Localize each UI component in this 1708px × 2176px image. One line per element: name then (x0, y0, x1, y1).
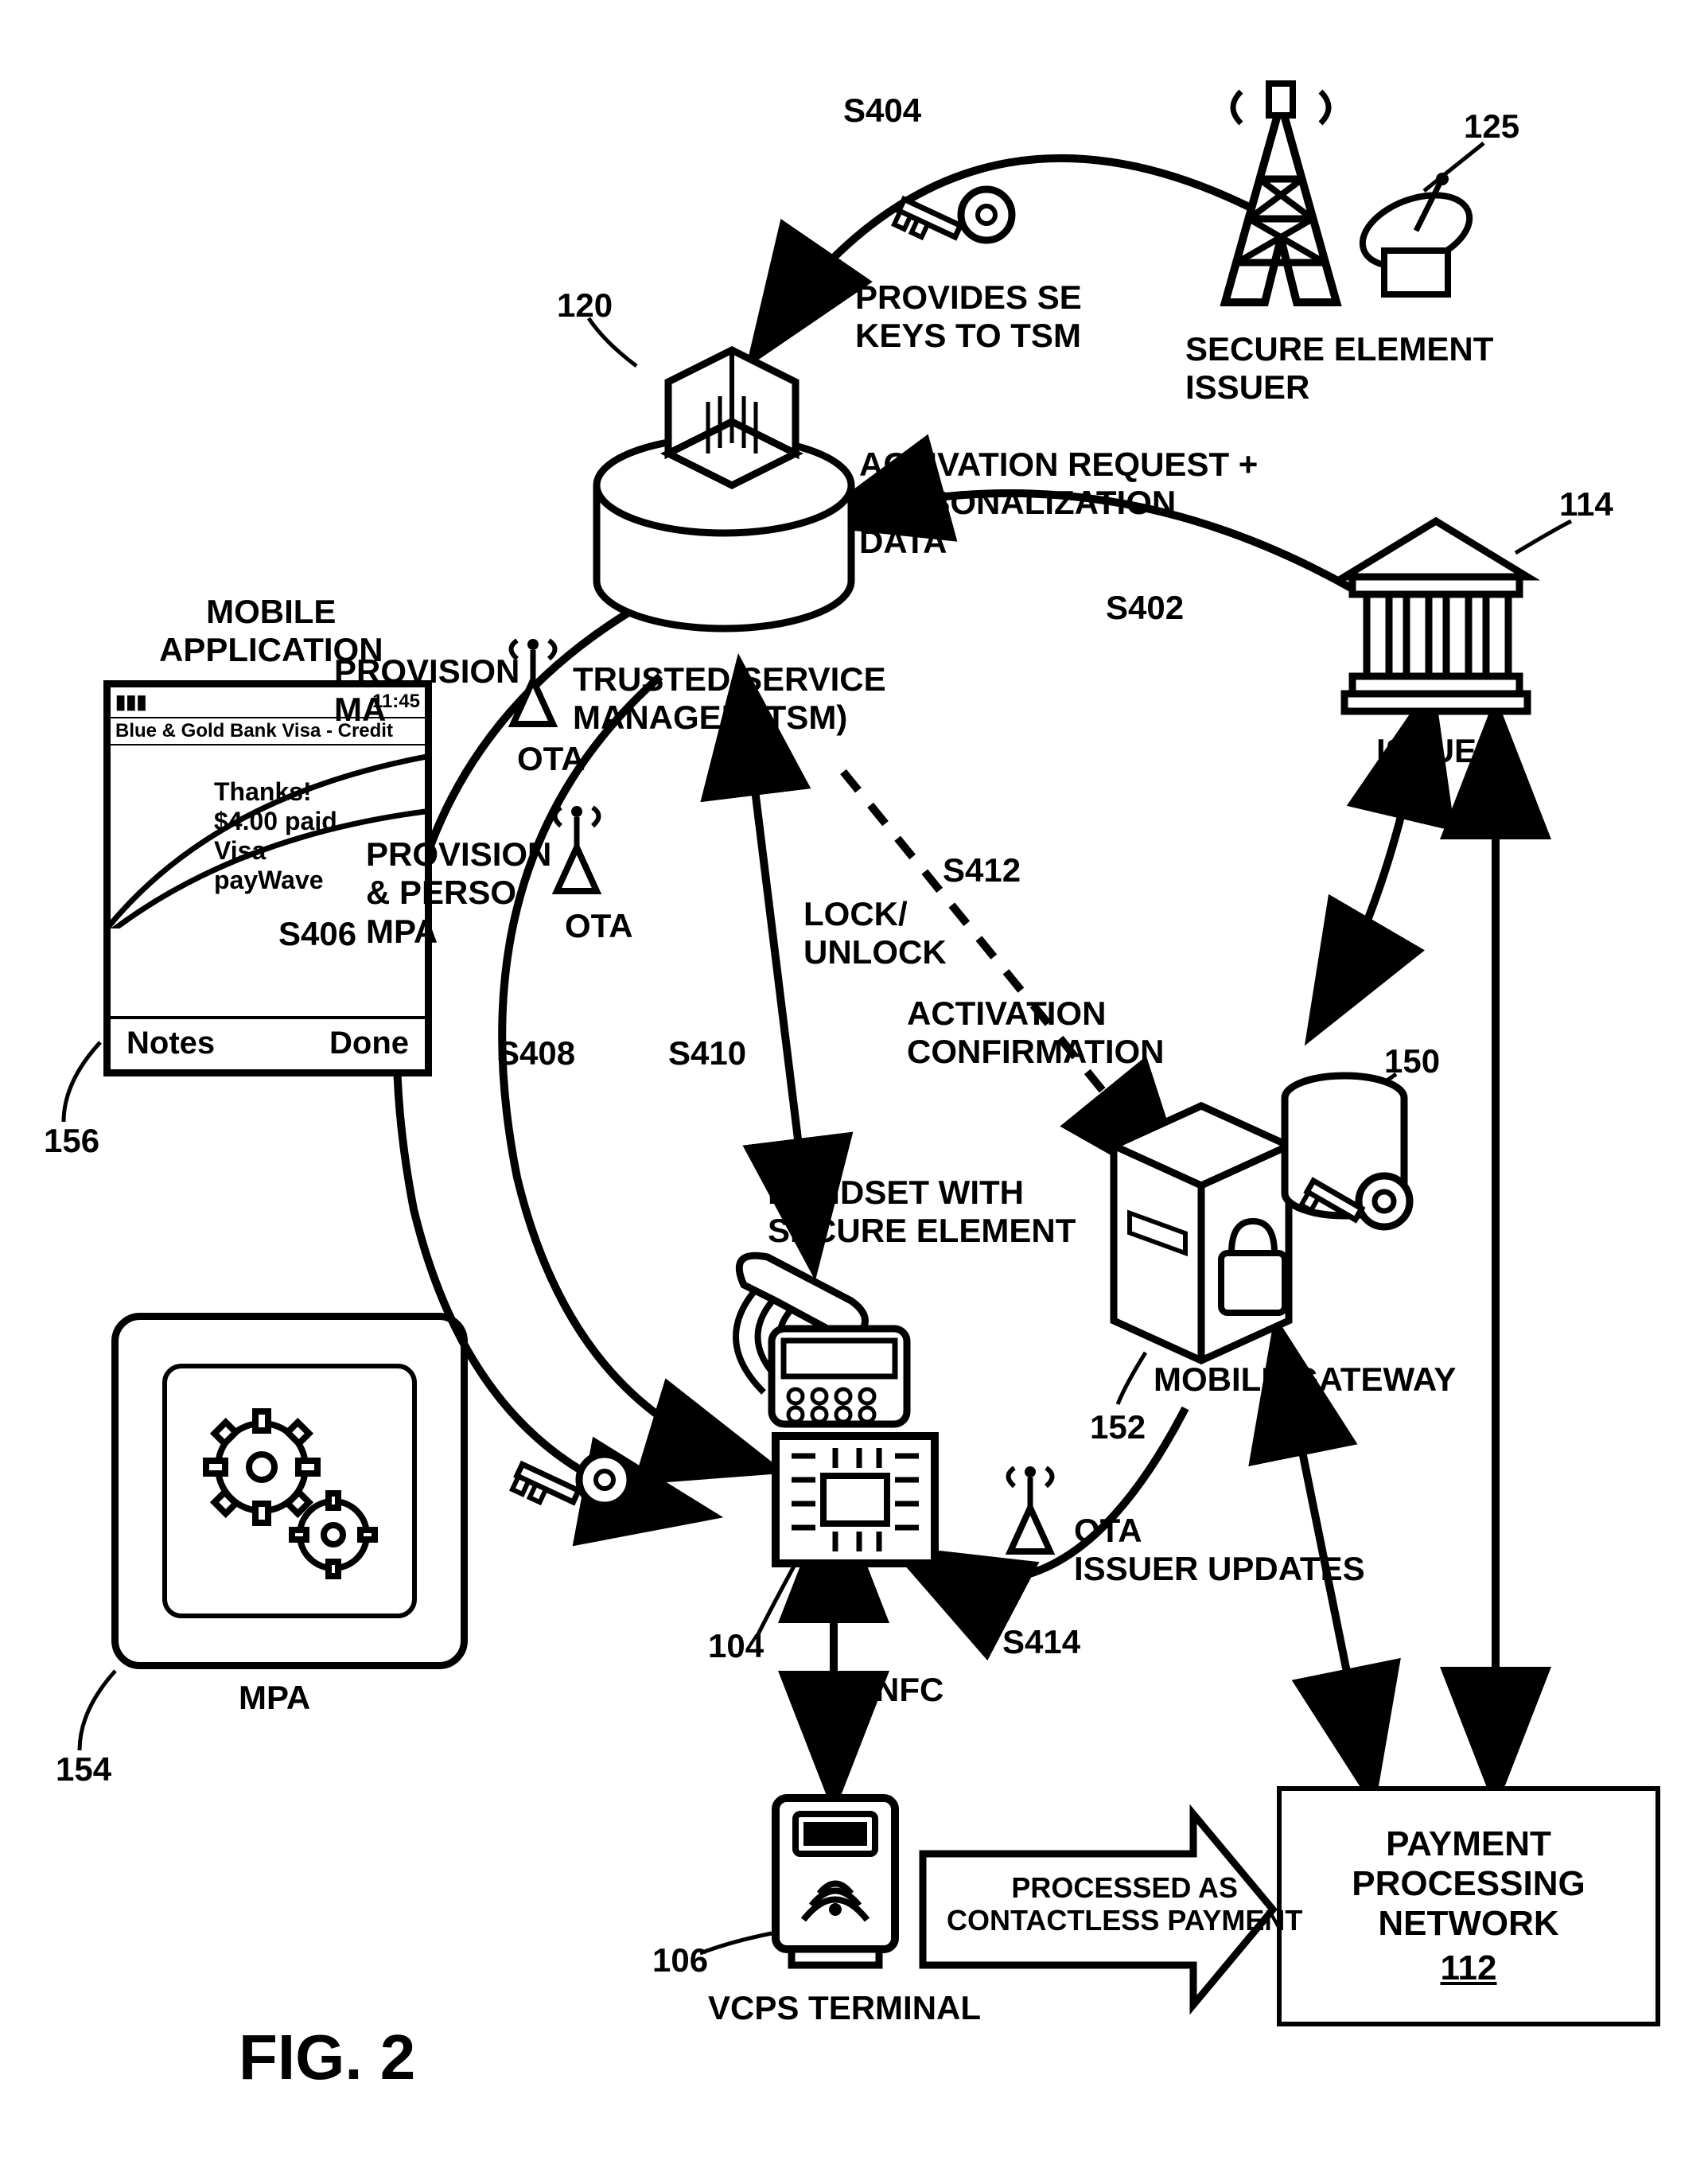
s412-label: ACTIVATION CONFIRMATION (907, 995, 1165, 1072)
s414-id: S414 (1002, 1623, 1080, 1661)
s402-label: ACTIVATION REQUEST + PERSONALIZATION DAT… (859, 446, 1258, 561)
s410-id: S410 (668, 1034, 746, 1072)
s412-id: S412 (943, 851, 1021, 889)
tsm-icon (589, 350, 859, 652)
ota-2: OTA (565, 907, 633, 945)
mpa-box (111, 1313, 468, 1669)
ref-156: 156 (44, 1122, 99, 1160)
s404-id: S404 (843, 91, 921, 130)
gears-icon (186, 1388, 393, 1594)
s410-label: LOCK/ UNLOCK (803, 895, 947, 972)
vcps-label: VCPS TERMINAL (708, 1989, 981, 2027)
sei-label: SECURE ELEMENT ISSUER (1185, 330, 1493, 407)
done-button[interactable]: Done (329, 1026, 409, 1061)
status-signal: ▮▮▮ (115, 691, 147, 714)
handset-label: HANDSET WITH SECURE ELEMENT (768, 1174, 1076, 1251)
mobile-gateway-icon (1098, 1042, 1432, 1345)
ref-150: 150 (1384, 1042, 1440, 1080)
handset-icon (700, 1249, 955, 1567)
ref-125: 125 (1464, 107, 1519, 146)
vcps-terminal-icon (768, 1790, 903, 1973)
issuer-icon (1336, 509, 1535, 716)
s406-label: PROVISION MA (334, 652, 519, 730)
ref-154: 154 (56, 1750, 111, 1789)
issuer-label: ISSUER (1376, 732, 1500, 770)
antenna-icon (994, 1456, 1066, 1559)
ref-120: 120 (557, 286, 613, 325)
ref-152: 152 (1090, 1408, 1146, 1446)
ppn-box: PAYMENT PROCESSING NETWORK 112 (1277, 1786, 1660, 2026)
mpa-label: MPA (239, 1679, 310, 1717)
ref-106: 106 (652, 1941, 708, 1979)
s408-label: PROVISION & PERSO MPA (366, 835, 551, 951)
ppn-label: PAYMENT PROCESSING NETWORK (1352, 1824, 1585, 1944)
ref-114: 114 (1559, 485, 1613, 524)
receipt-text: Thanks! $4.00 paid Visa payWave (214, 777, 337, 895)
contactless-label: PROCESSED AS CONTACTLESS PAYMENT (947, 1871, 1302, 1937)
nfc-label: NFC (875, 1671, 943, 1709)
antenna-icon (541, 796, 613, 899)
ref-104: 104 (708, 1627, 764, 1665)
s404-label: PROVIDES SE KEYS TO TSM (855, 278, 1082, 356)
s414-label: OTA ISSUER UPDATES (1074, 1512, 1365, 1589)
ref-112: 112 (1441, 1948, 1497, 1988)
s402-id: S402 (1106, 589, 1184, 627)
figure-label: FIG. 2 (239, 2021, 415, 2094)
s408-id: S408 (497, 1034, 575, 1072)
s406-id: S406 (278, 915, 356, 953)
key-icon (517, 1448, 636, 1543)
ota-1: OTA (517, 740, 586, 778)
tsm-label: TRUSTED SERVICE MANAGER (TSM) (573, 660, 886, 738)
key-icon (899, 183, 1018, 278)
notes-button[interactable]: Notes (126, 1026, 215, 1061)
mg-label: MOBILE GATEWAY (1154, 1360, 1456, 1399)
secure-element-issuer-icon (1193, 80, 1480, 334)
